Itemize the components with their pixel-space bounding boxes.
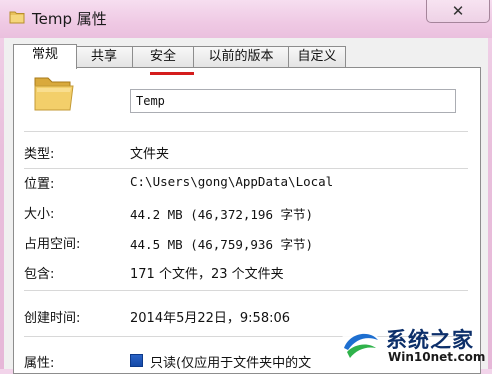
- tab-previous-versions[interactable]: 以前的版本: [193, 46, 289, 68]
- contains-label: 包含:: [24, 267, 55, 282]
- created-value: 2014年5月22日，9:58:06: [130, 311, 291, 326]
- type-label: 类型:: [24, 147, 55, 162]
- title-bar: Temp 属性 ✕: [0, 0, 492, 38]
- created-label: 创建时间:: [24, 311, 81, 326]
- folder-name-field[interactable]: Temp: [130, 89, 456, 113]
- contains-value: 171 个文件，23 个文件夹: [130, 267, 284, 282]
- tab-security[interactable]: 安全: [132, 46, 194, 68]
- size-value: 44.2 MB (46,372,196 字节): [130, 207, 314, 222]
- close-icon: ✕: [451, 1, 465, 20]
- folder-icon: [34, 77, 74, 111]
- window-title: Temp 属性: [32, 10, 107, 28]
- logo-icon: [341, 325, 379, 363]
- watermark: 系统之家 Win10net.com: [330, 318, 492, 369]
- watermark-site: Win10net.com: [388, 350, 486, 364]
- size-on-disk-label: 占用空间:: [24, 237, 81, 252]
- size-label: 大小:: [24, 207, 55, 222]
- separator: [24, 131, 468, 132]
- location-label: 位置:: [24, 177, 55, 192]
- tab-sharing[interactable]: 共享: [75, 46, 133, 68]
- security-tab-highlight: [150, 72, 194, 75]
- attributes-label: 属性:: [24, 356, 55, 371]
- readonly-checkbox[interactable]: [130, 354, 143, 367]
- type-value: 文件夹: [130, 147, 170, 162]
- close-button[interactable]: ✕: [426, 0, 490, 23]
- separator: [24, 290, 468, 291]
- location-value: C:\Users\gong\AppData\Local: [130, 174, 334, 189]
- tab-customize[interactable]: 自定义: [288, 46, 346, 68]
- size-on-disk-value: 44.5 MB (46,759,936 字节): [130, 237, 314, 252]
- folder-icon: [9, 11, 25, 24]
- readonly-label: 只读(仅应用于文件夹中的文: [150, 356, 312, 371]
- separator: [24, 168, 468, 169]
- tab-general[interactable]: 常规: [13, 44, 77, 69]
